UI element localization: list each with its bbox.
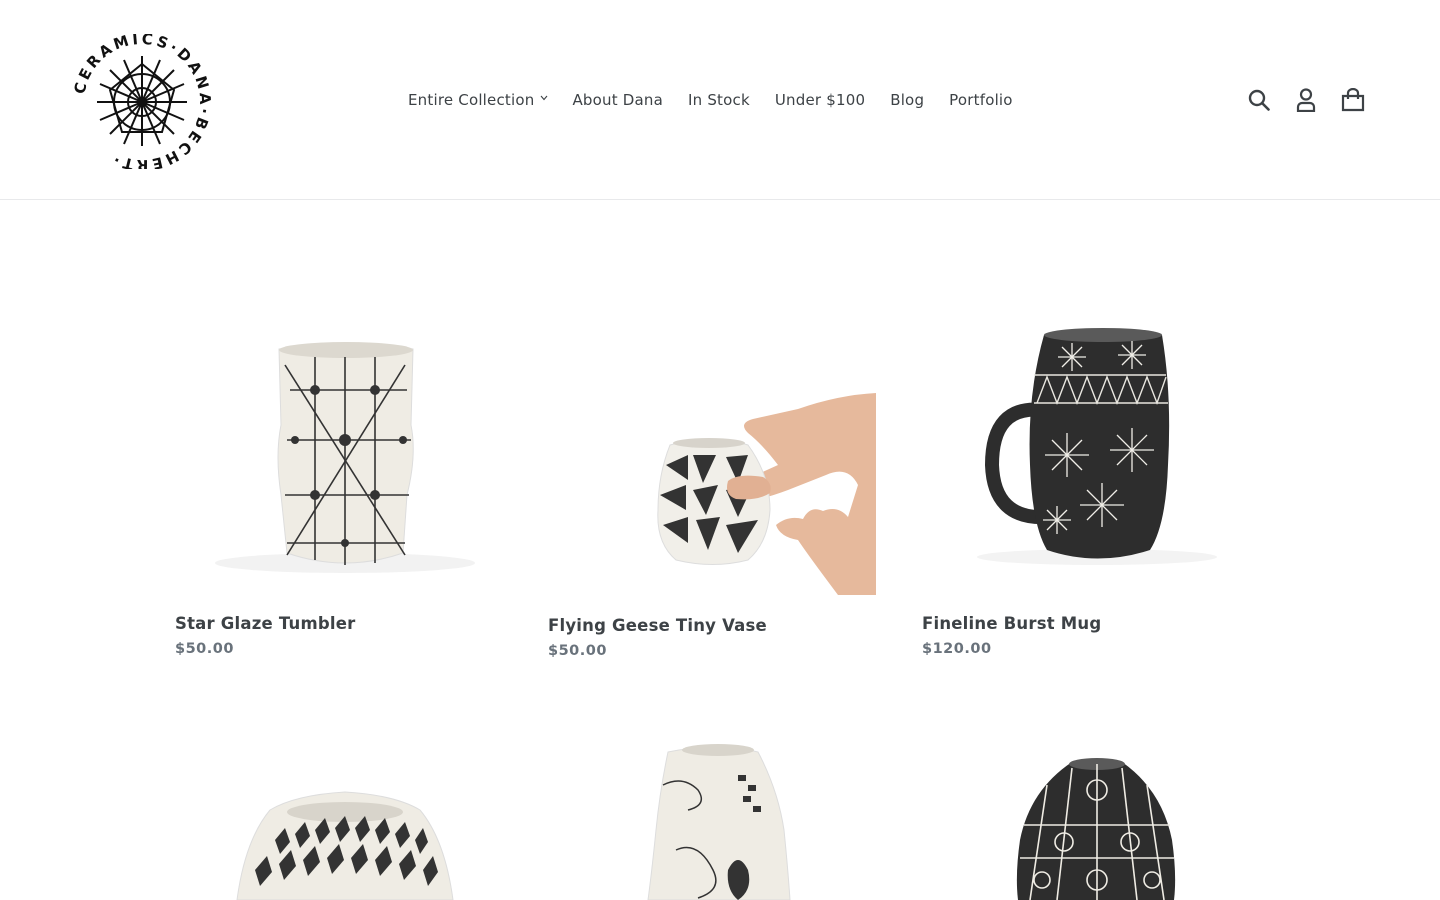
product-title[interactable]: Fineline Burst Mug: [922, 613, 1101, 635]
nav-under-100[interactable]: Under $100: [762, 84, 877, 116]
nav-about-dana[interactable]: About Dana: [560, 84, 676, 116]
product-card[interactable]: [922, 730, 1250, 900]
nav-label: About Dana: [572, 91, 664, 109]
product-card[interactable]: Flying Geese Tiny Vase $50.00: [548, 305, 876, 659]
nav-label: Entire Collection: [408, 91, 535, 109]
cart-button[interactable]: [1329, 84, 1376, 116]
site-header: CERAMICS·DANA·BECHERT· Entire Collection: [0, 0, 1440, 200]
product-price: $50.00: [175, 641, 234, 657]
nav-label: In Stock: [688, 91, 750, 109]
product-image[interactable]: [548, 305, 876, 605]
search-button[interactable]: [1235, 84, 1282, 116]
nav-blog[interactable]: Blog: [878, 84, 937, 116]
nav-in-stock[interactable]: In Stock: [676, 84, 763, 116]
product-image[interactable]: [175, 305, 503, 605]
product-image[interactable]: [922, 305, 1250, 605]
nav-label: Portfolio: [949, 91, 1013, 109]
product-title[interactable]: Flying Geese Tiny Vase: [548, 615, 767, 637]
account-icon: [1296, 88, 1315, 112]
product-card[interactable]: [548, 730, 876, 900]
main-navigation: Entire Collection About Dana In Stock Un…: [396, 84, 1025, 116]
nav-label: Under $100: [774, 91, 866, 109]
nav-portfolio[interactable]: Portfolio: [937, 84, 1026, 116]
nav-entire-collection[interactable]: Entire Collection: [396, 84, 560, 116]
product-grid: Star Glaze Tumbler $50.00 Flying Geese T…: [0, 200, 1440, 900]
product-card[interactable]: [175, 730, 503, 900]
chevron-down-icon: [540, 95, 548, 102]
account-button[interactable]: [1282, 84, 1329, 116]
product-price: $50.00: [548, 643, 607, 659]
nav-label: Blog: [890, 91, 925, 109]
product-meta: Fineline Burst Mug $120.00: [922, 613, 1101, 659]
product-price: $120.00: [922, 641, 992, 657]
cart-icon: [1341, 88, 1364, 112]
product-meta: Flying Geese Tiny Vase $50.00: [548, 615, 767, 661]
brand-logo[interactable]: CERAMICS·DANA·BECHERT·: [70, 34, 215, 169]
product-image[interactable]: [548, 730, 876, 900]
product-title[interactable]: Star Glaze Tumbler: [175, 613, 355, 635]
header-icons: [1235, 84, 1376, 116]
product-image[interactable]: [175, 730, 503, 900]
search-icon: [1248, 89, 1270, 111]
product-image[interactable]: [922, 730, 1250, 900]
product-card[interactable]: Fineline Burst Mug $120.00: [922, 305, 1250, 657]
product-meta: Star Glaze Tumbler $50.00: [175, 613, 355, 659]
starburst-logo-icon: CERAMICS·DANA·BECHERT·: [70, 34, 211, 169]
product-card[interactable]: Star Glaze Tumbler $50.00: [175, 305, 503, 657]
